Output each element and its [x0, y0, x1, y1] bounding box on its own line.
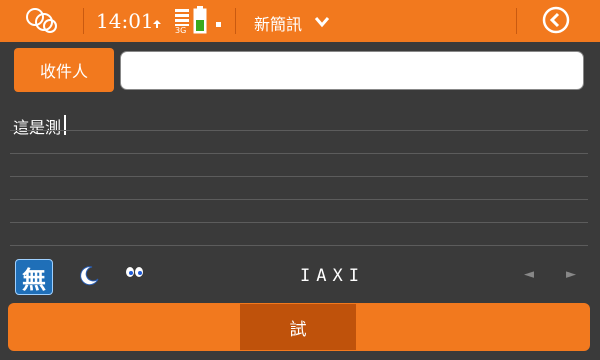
status-separator	[235, 8, 236, 34]
clock: 14:01	[96, 9, 154, 33]
line-rule	[10, 222, 588, 223]
line-rule	[10, 199, 588, 200]
recipient-button[interactable]: 收件人	[14, 48, 114, 92]
status-separator	[516, 8, 517, 34]
back-icon[interactable]	[542, 6, 570, 38]
next-page-icon[interactable]: ►	[566, 267, 576, 282]
network-type: 3G	[175, 26, 187, 35]
eyes-icon[interactable]	[124, 266, 146, 286]
previous-page-icon[interactable]: ◄	[524, 267, 534, 282]
line-rule	[10, 130, 588, 131]
moon-icon[interactable]	[78, 264, 100, 290]
no-suggestion-icon[interactable]: 無	[15, 259, 53, 295]
ime-input-code: IAXI	[300, 266, 365, 286]
alarm-icon	[152, 14, 162, 33]
line-rule	[10, 245, 588, 246]
status-separator	[83, 8, 84, 34]
battery-icon	[193, 6, 207, 38]
text-cursor	[64, 115, 66, 135]
message-text: 這是測	[13, 118, 62, 137]
recipient-input[interactable]	[120, 51, 584, 90]
app-menu-icon-graphic	[26, 8, 57, 33]
no-suggestion-icon-label: 無	[22, 265, 46, 294]
app-menu-icon[interactable]	[24, 6, 60, 40]
line-rule	[10, 153, 588, 154]
candidate-item[interactable]: 試	[240, 304, 356, 350]
window-title[interactable]: 新簡訊	[254, 11, 302, 35]
line-rule	[10, 176, 588, 177]
status-bar: 14:01 3G 新簡訊	[0, 0, 600, 42]
notification-dot-icon	[216, 13, 222, 32]
chevron-down-icon[interactable]	[314, 14, 330, 33]
